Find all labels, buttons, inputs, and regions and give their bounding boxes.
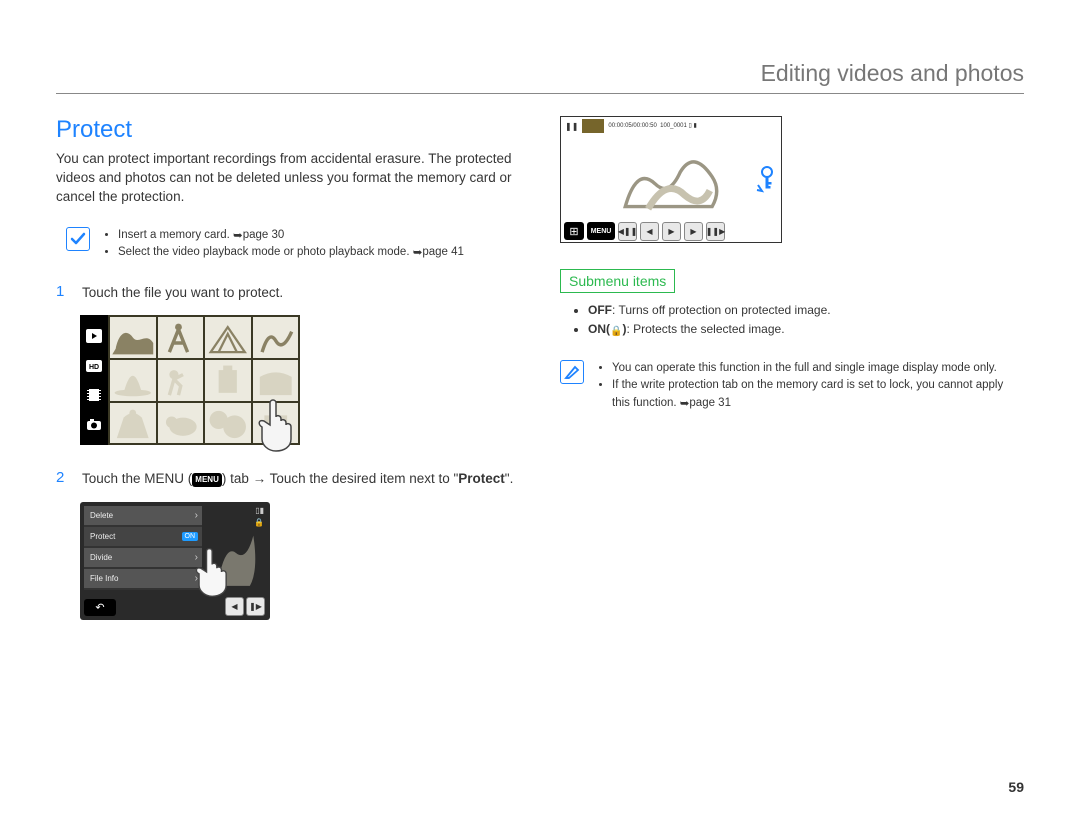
page-ref-arrow-icon: ➥ <box>680 396 690 413</box>
camera-icon <box>85 416 103 434</box>
menu-item-fileinfo: File Info› <box>84 569 202 588</box>
intro-paragraph: You can protect important recordings fro… <box>56 150 520 207</box>
fast-forward-icon: ❚❚▶ <box>706 222 725 241</box>
menu-chip-icon: MENU <box>192 473 222 487</box>
precondition-note: Insert a memory card. ➥page 30 Select th… <box>66 227 520 262</box>
submenu-heading: Submenu items <box>560 269 675 293</box>
next-icon: ▶ <box>684 222 703 241</box>
precondition-item: Select the video playback mode or photo … <box>118 244 464 261</box>
touch-hand-icon <box>186 544 242 600</box>
menu-list: Delete› ProtectON Divide› File Info› <box>84 506 202 590</box>
chapter-title: Editing videos and photos <box>56 60 1024 94</box>
precondition-item: Insert a memory card. ➥page 30 <box>118 227 464 244</box>
chevron-right-icon: › <box>195 510 198 521</box>
play-icon: ▶ <box>662 222 681 241</box>
back-button-icon: ↶ <box>84 599 116 616</box>
check-icon <box>66 227 90 251</box>
screen-sidebar: HD <box>80 315 108 445</box>
section-title: Protect <box>56 116 520 144</box>
hd-icon: HD <box>85 357 103 375</box>
timecode-label: 00:00:05/00:00:50 100_0001 ▯ ▮ <box>608 122 777 129</box>
right-column: ❚❚ 00:00:05/00:00:50 100_0001 ▯ ▮ <box>560 116 1024 620</box>
film-strip-icon <box>85 386 103 404</box>
step-text: Touch the file you want to protect. <box>82 283 283 303</box>
svg-text:HD: HD <box>89 364 99 371</box>
submenu-item-off: OFF: Turns off protection on protected i… <box>588 301 1024 320</box>
additional-note: You can operate this function in the ful… <box>560 360 1024 412</box>
thumbnail-grid-illustration: HD <box>80 315 300 445</box>
step-2: 2 Touch the MENU (MENU) tab → Touch the … <box>56 469 520 489</box>
submenu-item-on: ON(🔒)): Protects the selected image.: Pr… <box>588 320 1024 340</box>
step-1: 1 Touch the file you want to protect. <box>56 283 520 303</box>
preview-area <box>561 135 781 220</box>
step-number: 2 <box>56 469 68 489</box>
menu-item-protect: ProtectON <box>84 527 202 546</box>
menu-list-illustration: ▯▮ 🔒 Delete› ProtectON Divide› File Info… <box>80 502 270 620</box>
prev-icon: ◀ <box>640 222 659 241</box>
menu-button-icon: MENU <box>587 222 615 240</box>
step-text: Touch the MENU (MENU) tab → Touch the de… <box>82 469 513 489</box>
menu-item-delete: Delete› <box>84 506 202 525</box>
touch-hand-icon <box>248 395 308 455</box>
zoom-icon: ⊞ <box>564 222 584 240</box>
note-icon <box>560 360 584 384</box>
key-callout-icon <box>756 165 778 200</box>
pause-icon: ❚❚ <box>565 122 578 131</box>
rewind-icon: ◀❚❚ <box>618 222 637 241</box>
play-mode-icon <box>85 327 103 345</box>
page-ref-arrow-icon: ➥ <box>413 245 423 262</box>
lock-icon: 🔒 <box>610 324 622 340</box>
step-forward-icon: ❚▶ <box>246 597 265 616</box>
page-number: 59 <box>1008 779 1024 795</box>
mini-thumbnail <box>582 119 604 133</box>
note-item: If the write protection tab on the memor… <box>612 377 1024 412</box>
playback-preview-illustration: ❚❚ 00:00:05/00:00:50 100_0001 ▯ ▮ <box>560 116 782 243</box>
step-number: 1 <box>56 283 68 303</box>
menu-item-divide: Divide› <box>84 548 202 567</box>
note-item: You can operate this function in the ful… <box>612 360 1024 377</box>
on-badge: ON <box>182 532 199 541</box>
submenu-list: OFF: Turns off protection on protected i… <box>560 301 1024 340</box>
left-column: Protect You can protect important record… <box>56 116 520 620</box>
page-ref-arrow-icon: ➥ <box>233 228 243 245</box>
